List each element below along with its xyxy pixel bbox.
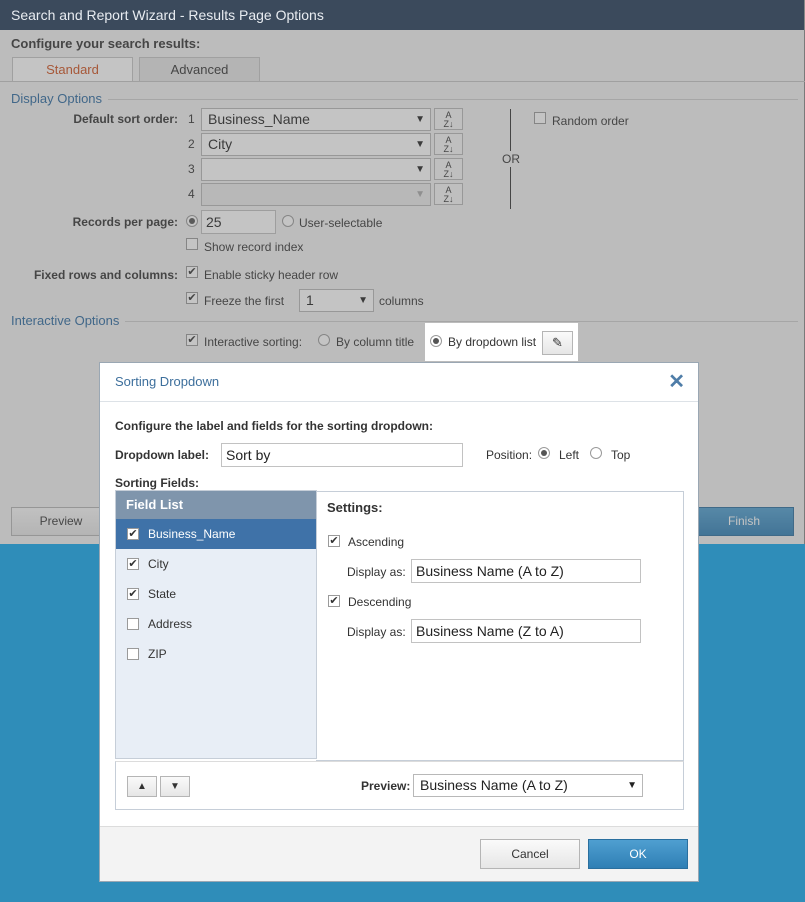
dialog-footer: Cancel OK bbox=[100, 826, 698, 881]
descending-label: Descending bbox=[348, 595, 412, 609]
desc-display-label: Display as: bbox=[347, 625, 406, 639]
position-left-radio[interactable] bbox=[538, 447, 550, 459]
move-down-button[interactable]: ▼ bbox=[160, 776, 190, 797]
field-label: State bbox=[148, 587, 177, 601]
sorting-fields-label: Sorting Fields: bbox=[115, 476, 199, 490]
position-label: Position: bbox=[486, 448, 533, 462]
preview-select-value: Business Name (A to Z) bbox=[420, 777, 568, 793]
descending-checkbox[interactable]: ✔ bbox=[328, 595, 340, 607]
field-item-address[interactable]: Address bbox=[116, 609, 316, 639]
field-checkbox[interactable]: ✔ bbox=[127, 528, 139, 540]
field-label: City bbox=[148, 557, 169, 571]
close-icon[interactable]: ✕ bbox=[668, 370, 685, 394]
preview-label: Preview: bbox=[361, 779, 411, 793]
by-dropdown-list-option: By dropdown list ✎ bbox=[425, 323, 578, 361]
dropdown-arrow-icon: ▼ bbox=[627, 780, 637, 791]
settings-panel: Settings: ✔ Ascending Display as: Busine… bbox=[316, 491, 684, 761]
field-list: Field List ✔ Business_Name ✔ City ✔ Stat… bbox=[115, 490, 317, 759]
field-item-zip[interactable]: ZIP bbox=[116, 639, 316, 669]
field-order-bar: ▲ ▼ Preview: Business Name (A to Z) ▼ bbox=[115, 761, 684, 810]
asc-display-label: Display as: bbox=[347, 565, 406, 579]
field-item-city[interactable]: ✔ City bbox=[116, 549, 316, 579]
ok-button[interactable]: OK bbox=[588, 839, 688, 869]
dropdown-label-input[interactable]: Sort by bbox=[221, 443, 463, 467]
position-left-label: Left bbox=[559, 448, 580, 462]
field-item-business-name[interactable]: ✔ Business_Name bbox=[116, 519, 316, 549]
field-checkbox[interactable] bbox=[127, 618, 139, 630]
settings-title: Settings: bbox=[327, 500, 383, 515]
position-top-label: Top bbox=[611, 448, 631, 462]
field-label: Address bbox=[148, 617, 193, 631]
sorting-dropdown-dialog: Sorting Dropdown ✕ Configure the label a… bbox=[99, 362, 699, 882]
window-title: Search and Report Wizard - Results Page … bbox=[0, 0, 804, 30]
position-top-radio[interactable] bbox=[590, 447, 602, 459]
dialog-header: Sorting Dropdown ✕ bbox=[100, 363, 698, 402]
field-label: ZIP bbox=[148, 647, 167, 661]
desc-display-input[interactable]: Business Name (Z to A) bbox=[411, 619, 641, 643]
field-item-state[interactable]: ✔ State bbox=[116, 579, 316, 609]
ascending-checkbox[interactable]: ✔ bbox=[328, 535, 340, 547]
arrow-up-icon: ▲ bbox=[137, 781, 147, 792]
asc-display-input[interactable]: Business Name (A to Z) bbox=[411, 559, 641, 583]
field-checkbox[interactable]: ✔ bbox=[127, 558, 139, 570]
dialog-intro: Configure the label and fields for the s… bbox=[115, 419, 433, 433]
dialog-title: Sorting Dropdown bbox=[115, 374, 220, 389]
cancel-button[interactable]: Cancel bbox=[480, 839, 580, 869]
field-list-header: Field List bbox=[116, 491, 316, 519]
edit-dropdown-button[interactable]: ✎ bbox=[542, 331, 573, 355]
move-up-button[interactable]: ▲ bbox=[127, 776, 157, 797]
field-checkbox[interactable] bbox=[127, 648, 139, 660]
by-dropdown-list-radio[interactable] bbox=[430, 335, 442, 347]
pencil-icon: ✎ bbox=[552, 335, 563, 350]
field-checkbox[interactable]: ✔ bbox=[127, 588, 139, 600]
dropdown-label-caption: Dropdown label: bbox=[115, 448, 209, 462]
by-dropdown-list-label: By dropdown list bbox=[448, 335, 537, 349]
field-label: Business_Name bbox=[148, 527, 236, 541]
arrow-down-icon: ▼ bbox=[170, 781, 180, 792]
preview-select[interactable]: Business Name (A to Z) ▼ bbox=[413, 774, 643, 797]
ascending-label: Ascending bbox=[348, 535, 405, 549]
